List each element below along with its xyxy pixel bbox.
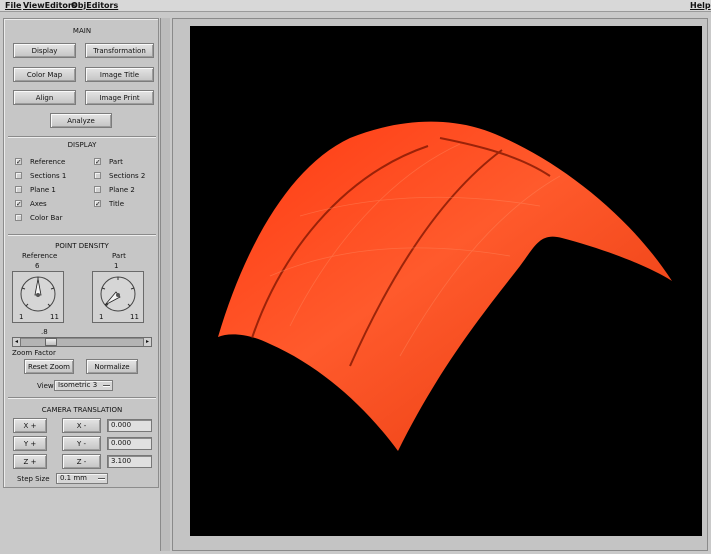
main-section-title: MAIN — [72, 27, 92, 35]
view-select-value: Isometric 3 — [58, 381, 98, 389]
option-menu-indicator-icon — [103, 385, 110, 387]
align-button[interactable]: Align — [13, 90, 76, 105]
reference-label: Reference — [30, 158, 66, 166]
display-button[interactable]: Display — [13, 43, 76, 58]
normalize-button[interactable]: Normalize — [86, 359, 138, 374]
3d-viewport[interactable] — [190, 26, 702, 536]
check-icon: ✓ — [95, 200, 101, 208]
color-bar-label: Color Bar — [30, 214, 63, 222]
title-checkbox[interactable]: ✓ — [94, 200, 101, 208]
control-panel: MAIN Display Transformation Color Map Im… — [3, 18, 159, 488]
sections-1-checkbox[interactable] — [15, 172, 22, 179]
axes-label: Axes — [30, 200, 47, 208]
reference-checkbox[interactable]: ✓ — [15, 158, 22, 166]
menu-file[interactable]: File — [5, 1, 21, 10]
check-icon: ✓ — [16, 200, 22, 208]
color-bar-checkbox[interactable] — [15, 214, 22, 221]
reference-dial-min: 1 — [19, 313, 24, 321]
display-section-title: DISPLAY — [67, 141, 97, 149]
camera-translation-title: CAMERA TRANSLATION — [41, 406, 123, 414]
zoom-slider-thumb[interactable] — [45, 338, 57, 346]
zoom-slider[interactable]: ◂ ▸ — [12, 337, 152, 347]
panel-divider — [160, 18, 170, 551]
y-value-field[interactable]: 0.000 — [107, 437, 152, 450]
point-density-title: POINT DENSITY — [55, 242, 109, 250]
z-value-field[interactable]: 3.100 — [107, 455, 152, 468]
separator — [8, 234, 156, 236]
plane-2-checkbox[interactable] — [94, 186, 101, 193]
x-value-field[interactable]: 0.000 — [107, 419, 152, 432]
title-label: Title — [109, 200, 125, 208]
plane-1-label: Plane 1 — [30, 186, 56, 194]
sections-2-checkbox[interactable] — [94, 172, 101, 179]
part-density-value: 1 — [114, 262, 119, 270]
part-dial-max: 11 — [130, 313, 139, 321]
color-map-button[interactable]: Color Map — [13, 67, 76, 82]
option-menu-indicator-icon — [98, 478, 105, 480]
y-minus-button[interactable]: Y - — [62, 436, 101, 451]
curved-surface-render — [218, 121, 672, 451]
zoom-value: .8 — [41, 328, 48, 336]
axes-checkbox[interactable]: ✓ — [15, 200, 22, 208]
x-minus-button[interactable]: X - — [62, 418, 101, 433]
check-icon: ✓ — [95, 158, 101, 166]
zoom-slider-right-arrow-icon[interactable]: ▸ — [143, 338, 151, 346]
reference-dial[interactable]: 1 11 — [12, 271, 64, 323]
step-size-select[interactable]: 0.1 mm — [56, 473, 108, 484]
plane-2-label: Plane 2 — [109, 186, 135, 194]
part-dial[interactable]: 1 11 — [92, 271, 144, 323]
image-title-button[interactable]: Image Title — [85, 67, 154, 82]
z-minus-button[interactable]: Z - — [62, 454, 101, 469]
zoom-slider-left-arrow-icon[interactable]: ◂ — [13, 338, 21, 346]
y-plus-button[interactable]: Y + — [13, 436, 47, 451]
sections-1-label: Sections 1 — [30, 172, 67, 180]
step-size-value: 0.1 mm — [60, 474, 87, 482]
x-plus-button[interactable]: X + — [13, 418, 47, 433]
reference-density-label: Reference — [22, 252, 58, 260]
menu-bar: File ViewEditors ObjEditors Help — [0, 0, 711, 12]
plane-1-checkbox[interactable] — [15, 186, 22, 193]
part-dial-min: 1 — [99, 313, 104, 321]
sections-2-label: Sections 2 — [109, 172, 146, 180]
separator — [8, 397, 156, 399]
analyze-button[interactable]: Analyze — [50, 113, 112, 128]
separator — [8, 136, 156, 138]
reference-density-value: 6 — [35, 262, 40, 270]
check-icon: ✓ — [16, 158, 22, 166]
menu-view-editors[interactable]: ViewEditors — [23, 1, 77, 10]
zoom-factor-label: Zoom Factor — [12, 349, 56, 357]
menu-obj-editors[interactable]: ObjEditors — [71, 1, 118, 10]
reference-dial-max: 11 — [50, 313, 59, 321]
z-plus-button[interactable]: Z + — [13, 454, 47, 469]
menu-help[interactable]: Help — [690, 1, 711, 10]
image-print-button[interactable]: Image Print — [85, 90, 154, 105]
part-density-label: Part — [112, 252, 126, 260]
view-label: View — [37, 382, 54, 390]
view-select[interactable]: Isometric 3 — [54, 380, 113, 391]
part-checkbox[interactable]: ✓ — [94, 158, 101, 166]
part-label: Part — [109, 158, 123, 166]
step-size-label: Step Size — [17, 475, 50, 483]
reset-zoom-button[interactable]: Reset Zoom — [24, 359, 74, 374]
transformation-button[interactable]: Transformation — [85, 43, 154, 58]
